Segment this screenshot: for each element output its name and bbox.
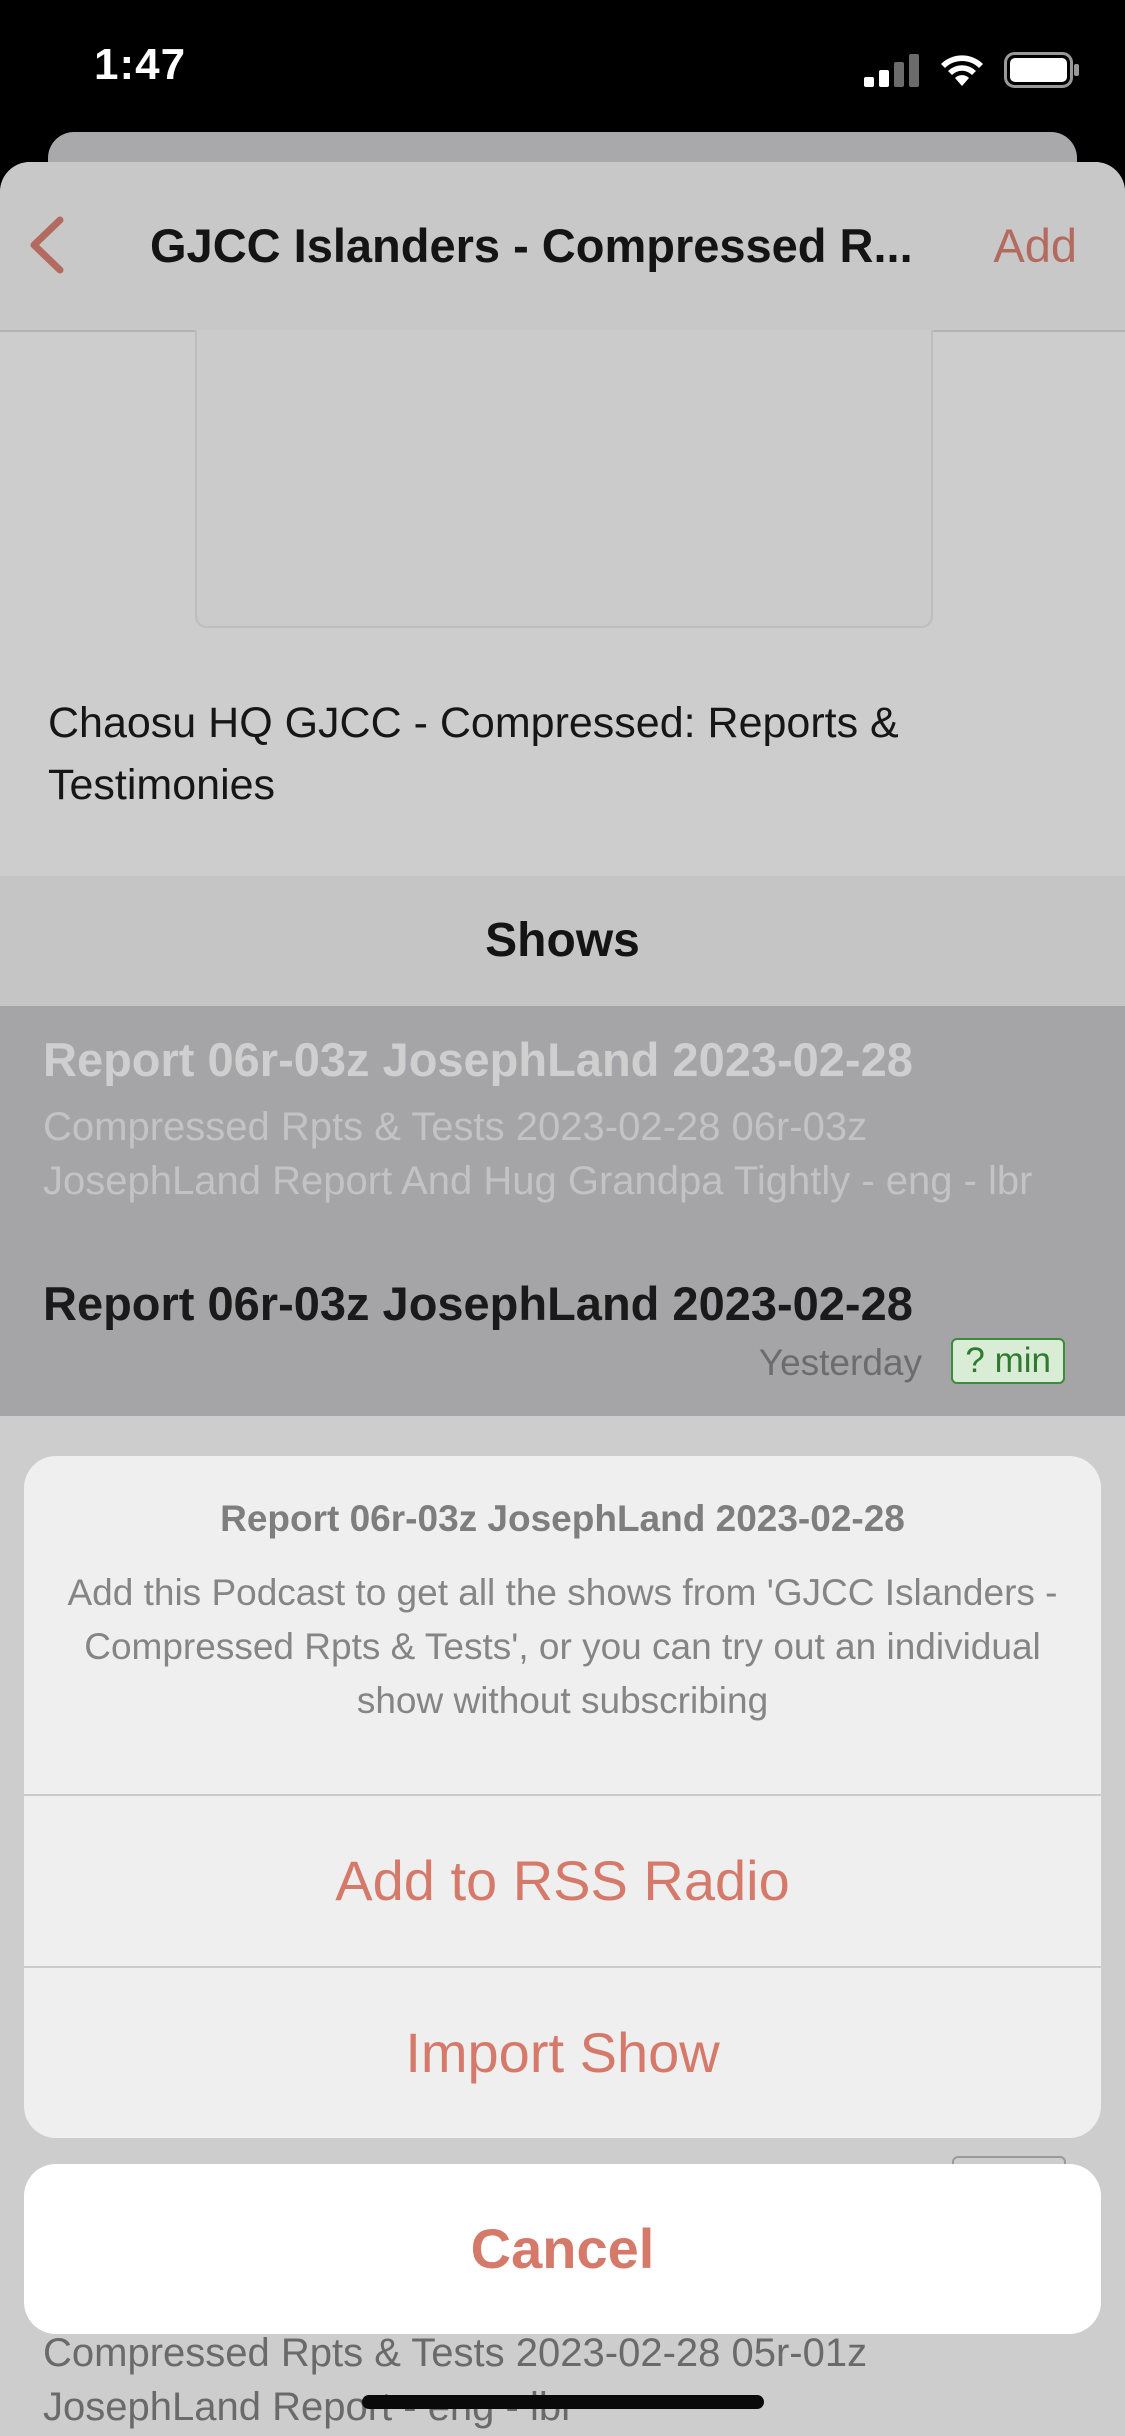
import-show-button[interactable]: Import Show: [24, 1968, 1101, 2138]
add-button[interactable]: Add: [993, 218, 1077, 273]
action-sheet-title: Report 06r-03z JosephLand 2023-02-28: [220, 1498, 905, 1539]
status-bar: 1:47: [0, 0, 1125, 135]
navigation-bar: GJCC Islanders - Compressed R... Add: [0, 162, 1125, 332]
back-button[interactable]: [14, 200, 84, 290]
battery-icon: [1004, 52, 1079, 88]
podcast-artwork: [195, 330, 933, 628]
status-time: 1:47: [94, 40, 187, 89]
show-title: Report 06r-03z JosephLand 2023-02-28: [43, 1277, 913, 1330]
show-date: Yesterday: [758, 1342, 922, 1383]
cellular-signal-icon: [864, 54, 919, 87]
duration-badge: ? min: [951, 1338, 1065, 1384]
shows-header: Shows: [0, 876, 1125, 1006]
show-title: Report 06r-03z JosephLand 2023-02-28: [43, 1033, 913, 1086]
podcast-description: Chaosu HQ GJCC - Compressed: Reports & T…: [48, 699, 899, 809]
action-sheet: Report 06r-03z JosephLand 2023-02-28 Add…: [24, 1456, 1101, 2138]
chevron-left-icon: [30, 216, 64, 274]
home-indicator: [362, 2395, 764, 2409]
action-sheet-message: Add this Podcast to get all the shows fr…: [67, 1572, 1058, 1721]
add-to-rss-radio-button[interactable]: Add to RSS Radio: [24, 1796, 1101, 1966]
cancel-button[interactable]: Cancel: [24, 2164, 1101, 2334]
show-description: Compressed Rpts & Tests 2023-02-28 06r-0…: [43, 1105, 1033, 1203]
wifi-icon: [941, 55, 983, 86]
nav-title: GJCC Islanders - Compressed R...: [150, 219, 913, 272]
status-icons: [864, 48, 1080, 92]
show-description: Compressed Rpts & Tests 2023-02-28 05r-0…: [43, 2331, 868, 2429]
